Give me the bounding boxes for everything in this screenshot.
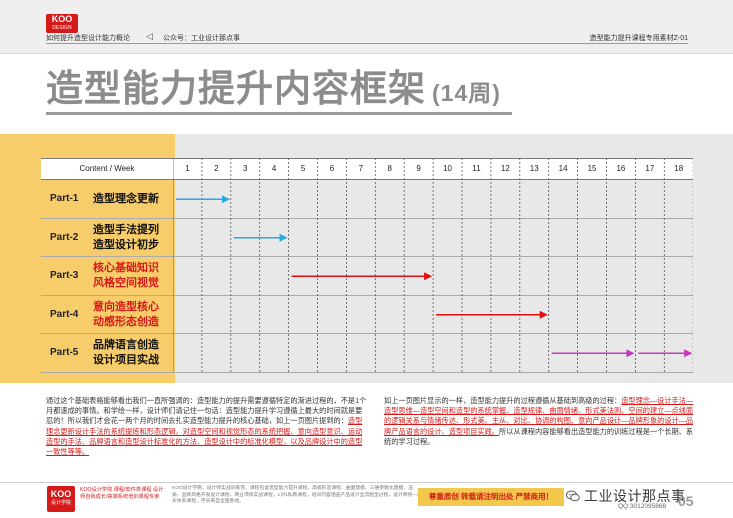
page-number: 05 — [678, 493, 694, 509]
header-course-title: 如何提升造型设计能力概论 — [46, 35, 130, 42]
logo-subtext: DESIGN — [52, 25, 72, 31]
footer-brand-name: 工业设计那点事 — [584, 488, 686, 504]
footer-intro-text: KOO设计学院，设计师实战训练营，课程包含造型能力提升课程、高级形态课程、曲面建… — [172, 486, 422, 504]
footer-qq-number: QQ:3012095868 — [618, 503, 667, 510]
header-account-name: 公众号：工业设计那点事 — [163, 35, 240, 42]
timeline-arrows — [176, 195, 693, 358]
footer-slogan: KOO设计学院 课程/软件类课程 设计师自我成长/高端系统培训课程专家 — [80, 487, 164, 500]
right-description-plain: 如上一页图片显示的一样，造型能力提升的过程遵循从基础到高级的过程： — [384, 396, 622, 405]
left-description-plain: 通过这个基础表格能够看出我们一直所强调的：造型能力的提升需要遵循特定的渐进过程的… — [46, 396, 367, 426]
page-title: 造型能力提升内容框架 (14周) — [46, 67, 501, 115]
header-divider — [46, 43, 688, 44]
logo-text: KOO — [51, 14, 73, 24]
wechat-icon — [566, 490, 580, 502]
back-triangle-icon: ◁ — [146, 31, 153, 41]
page-title-weeks: (14周) — [432, 80, 501, 106]
footer-logo-subtext: 设计学院 — [50, 500, 71, 506]
header-material-code: 造型能力提升课程专用素材Z-01 — [589, 35, 688, 42]
footer-bar: KOO 设计学院 KOO设计学院 课程/软件类课程 设计师自我成长/高端系统培训… — [0, 482, 733, 518]
copyright-ribbon: 尊重原创 转载请注明出处 严禁商用！ — [418, 488, 564, 506]
top-header-bar: KOO DESIGN 如何提升造型设计能力概论 ◁ 公众号：工业设计那点事 造型… — [0, 0, 733, 54]
left-description: 通过这个基础表格能够看出我们一直所强调的：造型能力的提升需要遵循特定的渐进过程的… — [46, 396, 368, 457]
footer-logo-text: KOO — [50, 489, 72, 499]
schedule-table: Content / Week 1 2 3 4 5 6 7 8 9 10 11 12 13 14 15 16 17… — [41, 158, 693, 373]
footer-koo-logo: KOO 设计学院 — [47, 486, 75, 512]
koo-logo: KOO DESIGN — [46, 14, 78, 33]
right-description: 如上一页图片显示的一样，造型能力提升的过程遵循从基础到高级的过程：造型理念—设计… — [384, 396, 700, 447]
page-title-main: 造型能力提升内容框架 — [46, 68, 426, 109]
title-underline — [46, 112, 512, 115]
